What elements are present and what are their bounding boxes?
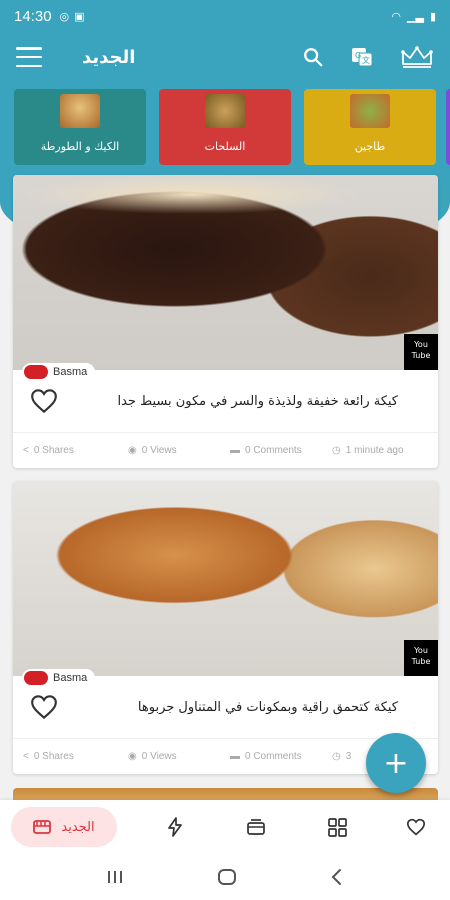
comment-icon: ▬ bbox=[230, 445, 240, 456]
category-partial[interactable] bbox=[446, 89, 450, 165]
signal-icon: ▁▃ bbox=[407, 9, 424, 23]
crown-icon[interactable] bbox=[400, 45, 434, 69]
post-image[interactable]: You Tube bbox=[13, 175, 438, 370]
post-card[interactable]: You Tube Basma كيكة كتحمق راقية وبمكونات… bbox=[13, 481, 438, 774]
category-cakes[interactable]: الكيك و الطورطة bbox=[14, 89, 146, 165]
recent-apps-icon[interactable] bbox=[106, 869, 124, 885]
post-time: ◷ 1 minute ago bbox=[332, 445, 404, 456]
comments-count[interactable]: ▬ 0 Comments bbox=[230, 751, 332, 762]
youtube-icon bbox=[24, 671, 48, 685]
news-icon bbox=[33, 820, 52, 834]
status-time: 14:30 bbox=[14, 7, 52, 25]
clock-icon: ◷ bbox=[332, 445, 341, 456]
gallery-icon: ▣ bbox=[74, 9, 85, 23]
app-bar: الجديد G 文 bbox=[0, 32, 450, 82]
back-icon[interactable] bbox=[330, 868, 344, 886]
category-thumbnail bbox=[350, 94, 390, 128]
author-chip[interactable]: Basma bbox=[22, 363, 96, 381]
post-time: ◷ 3 bbox=[332, 751, 352, 762]
comment-icon: ▬ bbox=[230, 751, 240, 762]
youtube-icon bbox=[24, 365, 48, 379]
eye-icon: ◉ bbox=[128, 445, 137, 456]
nav-categories[interactable] bbox=[325, 815, 349, 839]
menu-icon[interactable] bbox=[16, 47, 42, 67]
shares-count[interactable]: <0 Shares bbox=[23, 445, 128, 456]
post-card[interactable]: You Tube Basma كيكة رائعة خفيفة ولذيذة و… bbox=[13, 175, 438, 468]
category-thumbnail bbox=[205, 94, 245, 128]
translate-icon[interactable]: G 文 bbox=[350, 45, 374, 69]
views-count: ◉ 0 Views bbox=[128, 751, 177, 762]
category-strip: الكيك و الطورطة السلحات طاجين bbox=[14, 89, 436, 165]
status-bar: 14:30 ◎ ▣ ◠ ▁▃ ▮ bbox=[0, 0, 450, 32]
category-label: الكيك و الطورطة bbox=[40, 140, 120, 153]
category-thumbnail bbox=[60, 94, 100, 128]
youtube-badge: You Tube bbox=[404, 334, 438, 370]
heart-icon bbox=[406, 818, 426, 836]
category-label: طاجين bbox=[354, 140, 386, 153]
author-name: Basma bbox=[53, 672, 88, 684]
search-icon[interactable] bbox=[302, 46, 324, 68]
post-image[interactable]: You Tube bbox=[13, 481, 438, 676]
page-title: الجديد bbox=[82, 46, 136, 68]
svg-text:文: 文 bbox=[362, 55, 370, 65]
nav-recipes[interactable] bbox=[244, 815, 268, 839]
share-icon: < bbox=[23, 751, 29, 762]
share-icon: < bbox=[23, 445, 29, 456]
heart-icon[interactable] bbox=[29, 694, 59, 720]
comments-count[interactable]: ▬ 0 Comments bbox=[230, 445, 332, 456]
pot-icon bbox=[247, 819, 265, 835]
wifi-icon: ◠ bbox=[391, 9, 402, 23]
bottom-nav: الجديد bbox=[0, 800, 450, 854]
author-name: Basma bbox=[53, 366, 88, 378]
post-title[interactable]: كيكة كتحمق راقية وبمكونات في المتناول جر… bbox=[59, 700, 422, 715]
author-chip[interactable]: Basma bbox=[22, 669, 96, 687]
grid-icon bbox=[327, 817, 347, 837]
clock-icon: ◷ bbox=[332, 751, 341, 762]
battery-icon: ▮ bbox=[429, 9, 436, 23]
svg-text:G: G bbox=[355, 51, 361, 60]
nav-new-label: الجديد bbox=[61, 819, 95, 835]
heart-icon[interactable] bbox=[29, 388, 59, 414]
whatsapp-icon: ◎ bbox=[59, 9, 70, 23]
home-icon[interactable] bbox=[217, 868, 237, 886]
youtube-badge: You Tube bbox=[404, 640, 438, 676]
add-button[interactable]: + bbox=[366, 733, 426, 793]
eye-icon: ◉ bbox=[128, 751, 137, 762]
nav-trending[interactable] bbox=[163, 815, 187, 839]
post-title[interactable]: كيكة رائعة خفيفة ولذيذة والسر في مكون بس… bbox=[59, 394, 422, 409]
lightning-icon bbox=[168, 817, 182, 837]
nav-new[interactable]: الجديد bbox=[11, 807, 117, 847]
shares-count[interactable]: <0 Shares bbox=[23, 751, 128, 762]
category-tajine[interactable]: طاجين bbox=[304, 89, 436, 165]
system-nav bbox=[0, 854, 450, 900]
category-salads[interactable]: السلحات bbox=[159, 89, 291, 165]
views-count: ◉ 0 Views bbox=[128, 445, 177, 456]
post-meta: <0 Shares ◉ 0 Views ▬ 0 Comments ◷ 1 minute… bbox=[13, 432, 438, 468]
nav-favorites[interactable] bbox=[404, 815, 428, 839]
category-label: السلحات bbox=[204, 140, 246, 153]
